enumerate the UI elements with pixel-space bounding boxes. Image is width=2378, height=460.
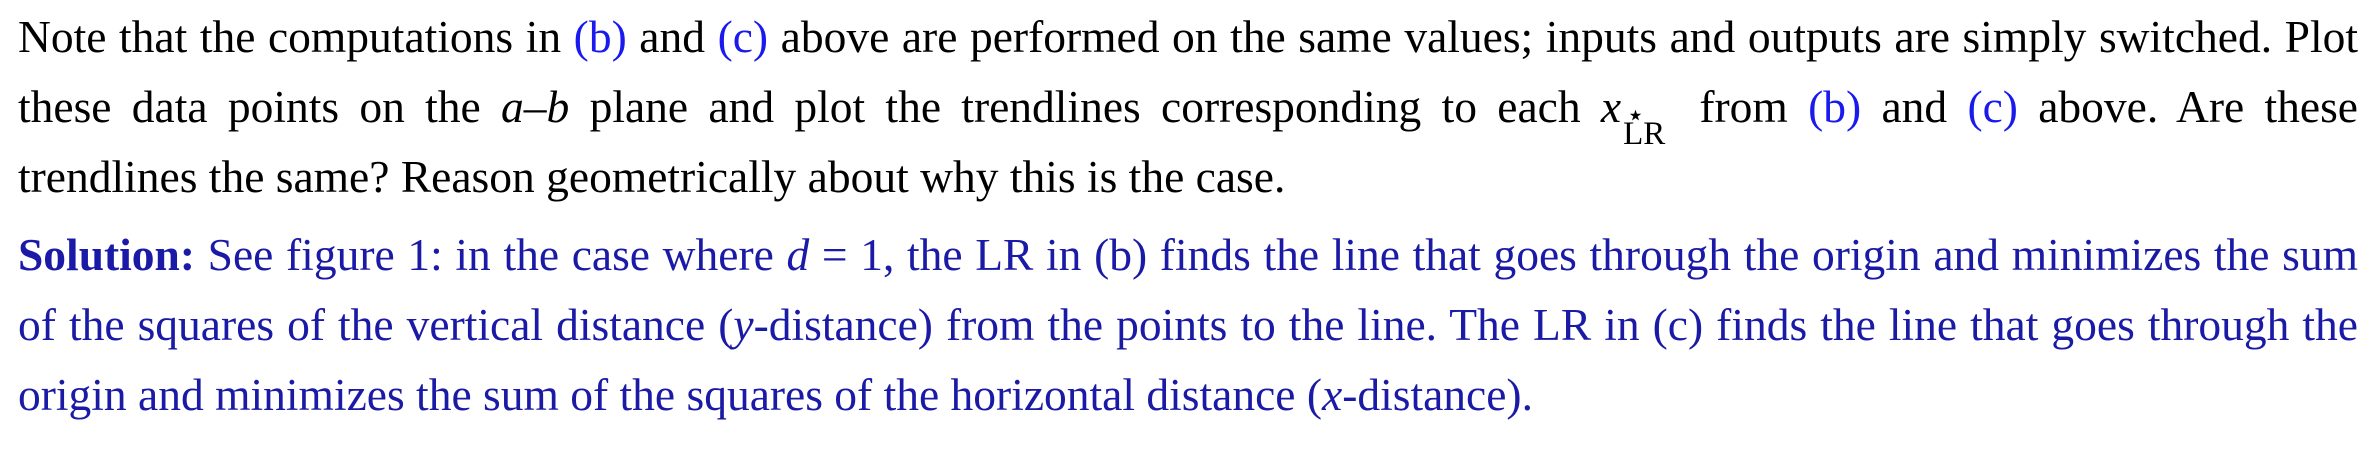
solution-text: : in the case where — [430, 229, 787, 280]
figure-ref[interactable]: 1 — [407, 229, 430, 280]
document-page: Note that the computations in (b) and (c… — [0, 0, 2378, 460]
math-var-x: x — [1600, 81, 1622, 132]
solution-text: See figure — [195, 229, 408, 280]
solution-label: Solution: — [18, 229, 196, 280]
math-var-a: a — [501, 81, 524, 132]
problem-text: from — [1679, 81, 1809, 132]
math-var-d: d — [786, 229, 810, 280]
ref-part-b[interactable]: (b) — [574, 11, 627, 62]
solution-text: -distance). — [1342, 369, 1533, 420]
math-equals-one: = 1 — [809, 229, 883, 280]
problem-text: and — [626, 11, 718, 62]
problem-paragraph: Note that the computations in (b) and (c… — [18, 0, 2358, 212]
math-var-x-lr: x ⋆ LR — [1600, 81, 1679, 152]
ref-part-b[interactable]: (b) — [1808, 81, 1861, 132]
ref-part-c[interactable]: (c) — [1967, 81, 2018, 132]
ref-part-c[interactable]: (c) — [718, 11, 769, 62]
solution-paragraph: Solution: See figure 1: in the case wher… — [18, 220, 2358, 430]
problem-text: plane and plot the trendlines correspond… — [569, 81, 1601, 132]
math-lr-subscript: LR — [1623, 116, 1666, 152]
math-supsub: ⋆ LR — [1621, 99, 1679, 152]
math-var-y: y — [733, 299, 754, 350]
problem-text: and — [1861, 81, 1968, 132]
math-var-b: b — [546, 81, 570, 132]
problem-text: Note that the computations in — [18, 11, 574, 62]
math-dash: – — [523, 81, 547, 132]
math-var-x: x — [1322, 369, 1343, 420]
